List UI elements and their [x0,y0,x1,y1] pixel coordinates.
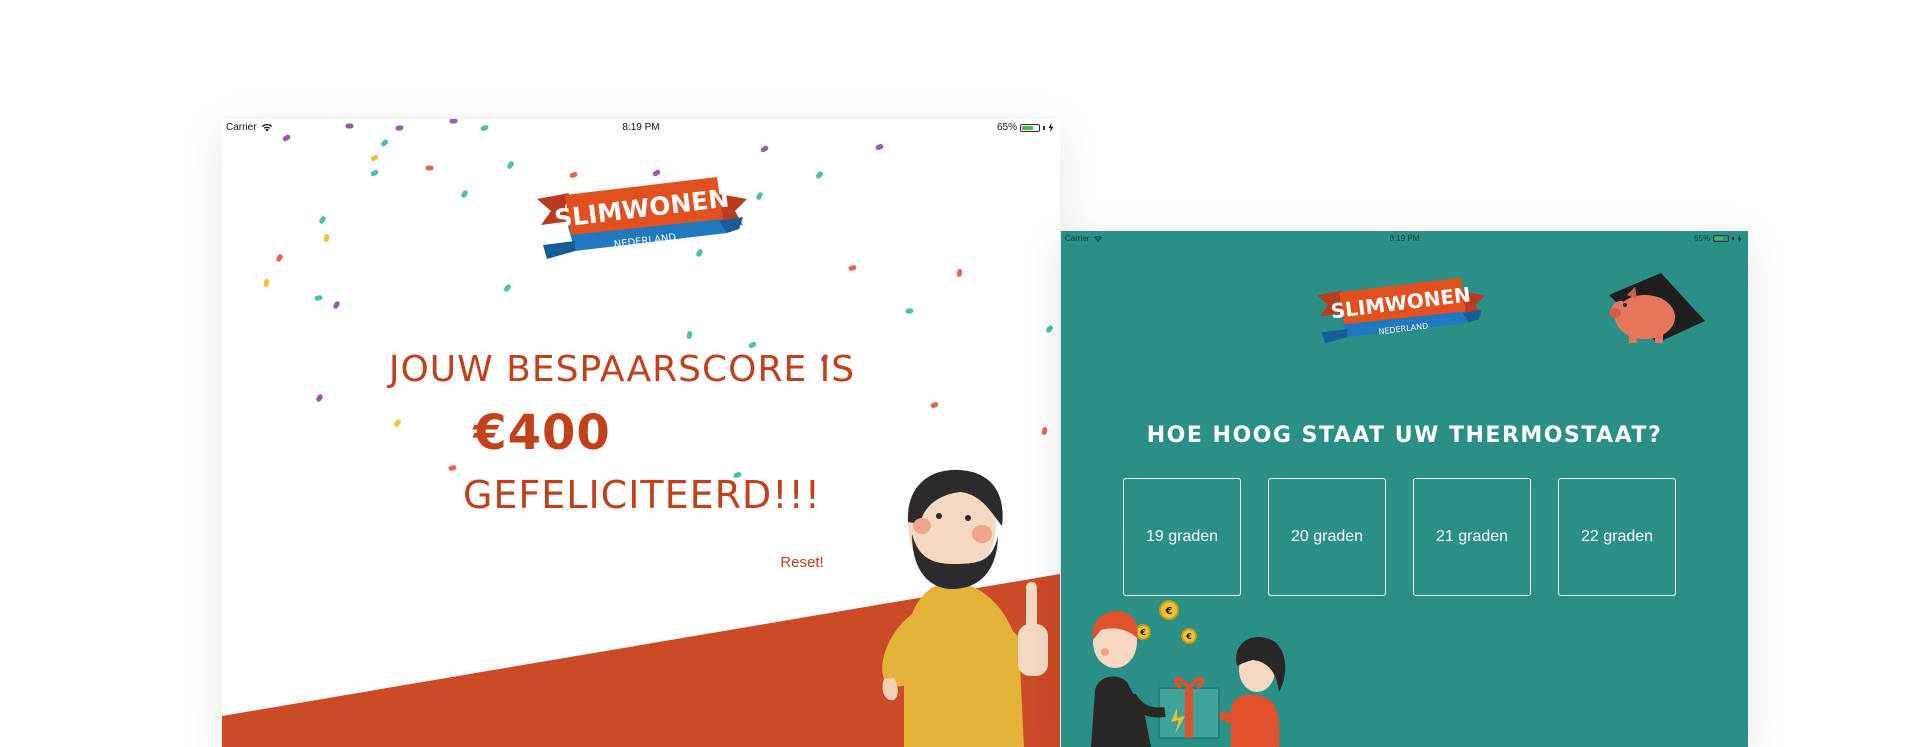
score-amount: €400 [473,405,611,461]
reset-button[interactable]: Reset! [780,554,823,571]
thumbs-up-man-illustration [882,469,1048,747]
clock: 8:19 PM [622,122,660,133]
answer-button-20[interactable]: 20 graden [1268,478,1386,596]
slimwonen-logo: SLIMWONEN NEDERLAND [1317,277,1485,344]
battery-icon [1713,235,1729,242]
battery-percent: 65% [996,122,1017,133]
answer-options: 19 graden 20 graden 21 graden 22 graden [1123,478,1676,596]
status-bar: Carrier 8:19 PM 65% [1061,231,1748,251]
answer-button-21[interactable]: 21 graden [1413,478,1531,596]
battery-icon [1020,123,1040,132]
charging-bolt-icon [1048,123,1054,132]
status-bar: Carrier 8:19 PM 65% [222,119,1060,139]
battery-indicator: 65% [997,122,1054,133]
battery-percent: 65% [1693,234,1710,243]
piggy-bank-house-icon [1609,273,1705,343]
congrats-text: GEFELICITEERD!!! [462,473,822,517]
answer-button-22[interactable]: 22 graden [1558,478,1676,596]
slimwonen-logo: SLIMWONEN NEDERLAND [537,177,747,259]
score-heading: JOUW BESPAARSCORE IS [388,349,856,390]
gift-exchange-illustration: € € € [1091,600,1286,747]
score-screen: Carrier 8:19 PM 65% SLIMWONEN NEDERLAND … [222,119,1060,747]
clock: 8:19 PM [1389,234,1420,243]
question-screen: Carrier 8:19 PM 65% SLIMWONEN NEDERLAND … [1061,231,1748,747]
question-title: HOE HOOG STAAT UW THERMOSTAAT? [1146,423,1663,448]
battery-indicator: 65% [1694,234,1742,243]
answer-button-19[interactable]: 19 graden [1123,478,1241,596]
svg-text:€: € [1139,628,1146,637]
charging-bolt-icon [1737,234,1742,243]
svg-text:€: € [1165,606,1173,617]
svg-text:€: € [1185,632,1192,641]
